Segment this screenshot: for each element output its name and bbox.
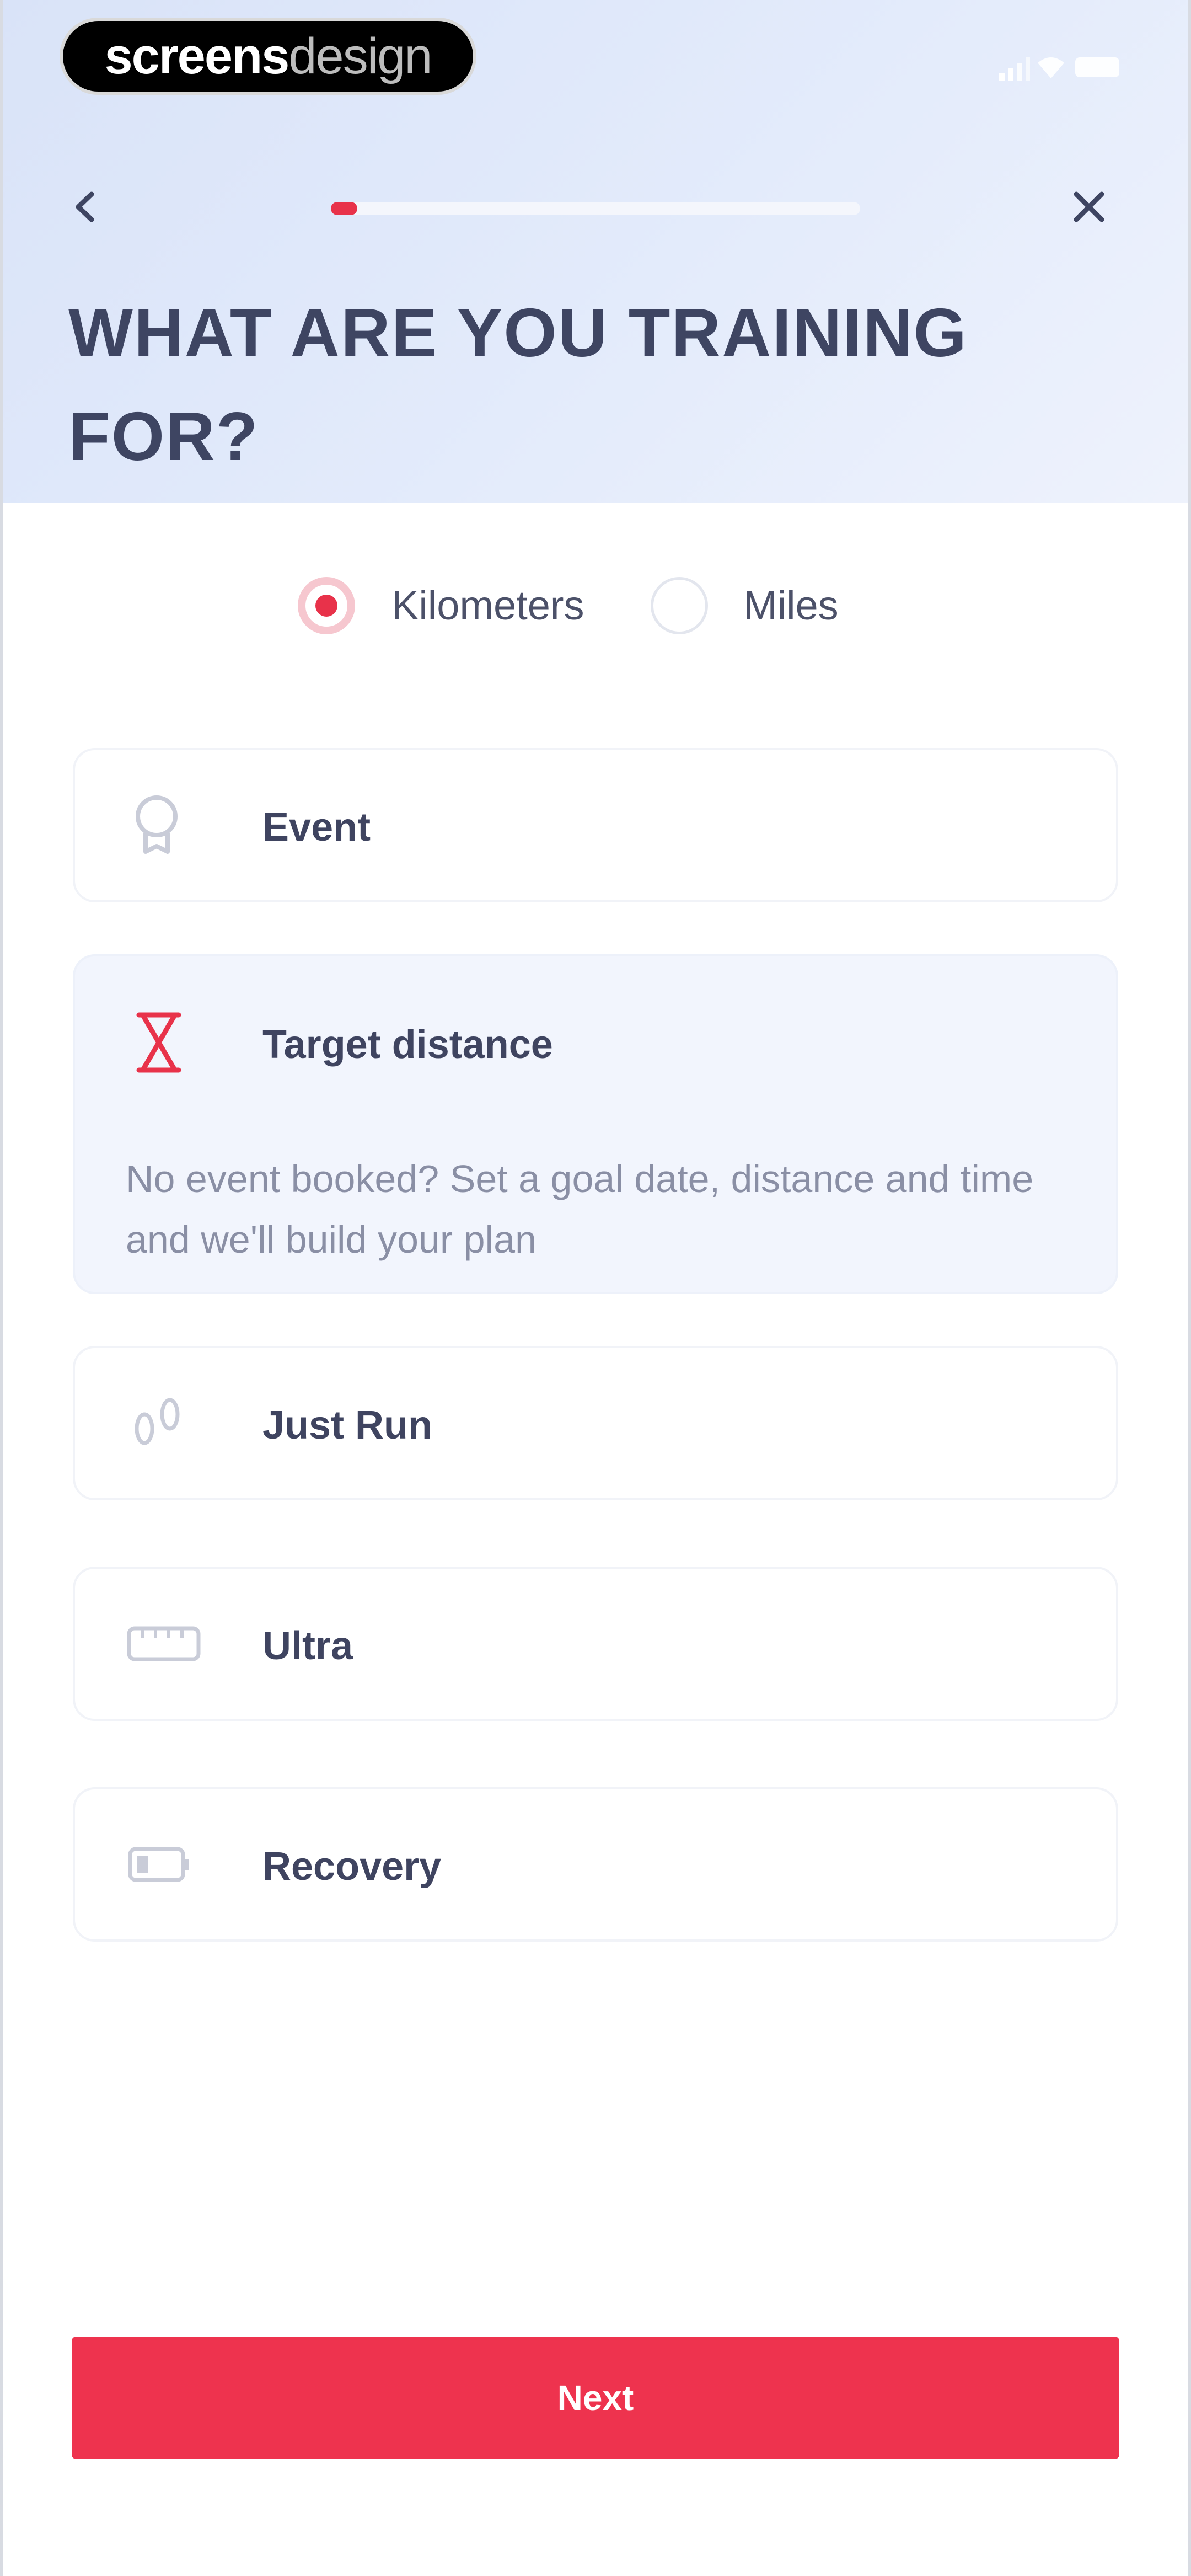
miles-label[interactable]: Miles bbox=[743, 577, 839, 634]
miles-radio[interactable] bbox=[651, 577, 708, 634]
kilometers-radio[interactable] bbox=[298, 577, 355, 634]
progress-bar bbox=[331, 202, 860, 215]
option-label: Target distance bbox=[262, 1023, 553, 1067]
option-label: Event bbox=[262, 805, 371, 849]
option-description: No event booked? Set a goal date, distan… bbox=[126, 1157, 1034, 1261]
option-card-event[interactable]: Event bbox=[73, 748, 1118, 902]
footprints-icon bbox=[135, 1398, 180, 1445]
option-label: Just Run bbox=[262, 1403, 433, 1447]
close-icon[interactable] bbox=[1064, 182, 1114, 232]
chevron-left-icon[interactable] bbox=[61, 182, 110, 232]
option-card-just-run[interactable]: Just Run bbox=[73, 1346, 1118, 1500]
progress-fill bbox=[331, 202, 357, 215]
option-label: Ultra bbox=[262, 1624, 353, 1668]
kilometers-label[interactable]: Kilometers bbox=[391, 577, 584, 634]
option-card-ultra[interactable]: Ultra bbox=[73, 1567, 1118, 1721]
wifi-icon bbox=[1038, 57, 1064, 78]
signal-icon bbox=[999, 57, 1030, 81]
option-card-target-distance[interactable]: Target distance No event booked? Set a g… bbox=[73, 954, 1118, 1294]
medal-icon bbox=[136, 795, 178, 854]
hourglass-icon bbox=[136, 1012, 181, 1073]
next-button[interactable]: Next bbox=[72, 2337, 1119, 2459]
screensdesign-watermark: screensdesign bbox=[60, 18, 476, 95]
battery-icon bbox=[1075, 57, 1119, 77]
battery-low-icon bbox=[128, 1847, 189, 1882]
page-title: WHAT ARE YOU TRAINING FOR? bbox=[68, 295, 968, 475]
option-label: Recovery bbox=[262, 1845, 442, 1889]
ruler-icon bbox=[127, 1626, 201, 1661]
option-card-recovery[interactable]: Recovery bbox=[73, 1787, 1118, 1942]
